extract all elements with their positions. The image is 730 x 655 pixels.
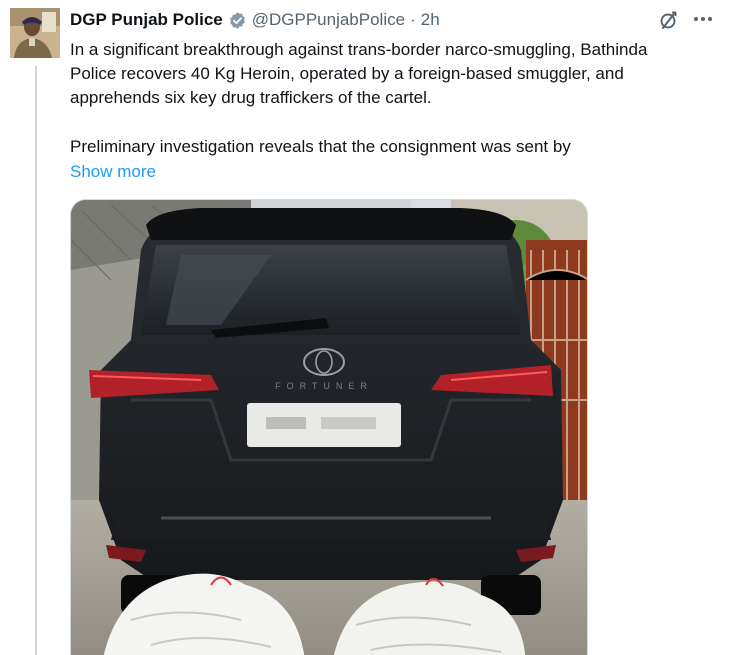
more-options-icon[interactable]: [690, 8, 716, 30]
vehicle-badge-text: FORTUNER: [275, 381, 373, 391]
tweet-header: DGP Punjab Police @DGPPunjabPolice · 2h: [70, 8, 440, 32]
grok-icon[interactable]: [658, 9, 680, 31]
avatar-image: [10, 8, 60, 58]
more-dot: [694, 17, 698, 21]
header-separator: ·: [410, 10, 416, 29]
show-more-link[interactable]: Show more: [70, 160, 156, 184]
more-dot: [708, 17, 712, 21]
tweet-media-photo[interactable]: FORTUNER: [70, 199, 588, 655]
tweet-timestamp[interactable]: 2h: [421, 10, 440, 30]
author-handle[interactable]: @DGPPunjabPolice: [252, 10, 405, 30]
tweet-paragraph-1: In a significant breakthrough against tr…: [70, 40, 648, 107]
author-display-name[interactable]: DGP Punjab Police: [70, 10, 223, 30]
avatar[interactable]: [10, 8, 60, 58]
suv-photo: FORTUNER: [71, 200, 587, 655]
tweet[interactable]: DGP Punjab Police @DGPPunjabPolice · 2h …: [0, 0, 730, 655]
tweet-paragraph-2: Preliminary investigation reveals that t…: [70, 137, 571, 156]
tweet-text: In a significant breakthrough against tr…: [70, 38, 670, 110]
more-dot: [701, 17, 705, 21]
thread-line: [35, 66, 37, 655]
verified-badge-icon: [228, 11, 247, 30]
